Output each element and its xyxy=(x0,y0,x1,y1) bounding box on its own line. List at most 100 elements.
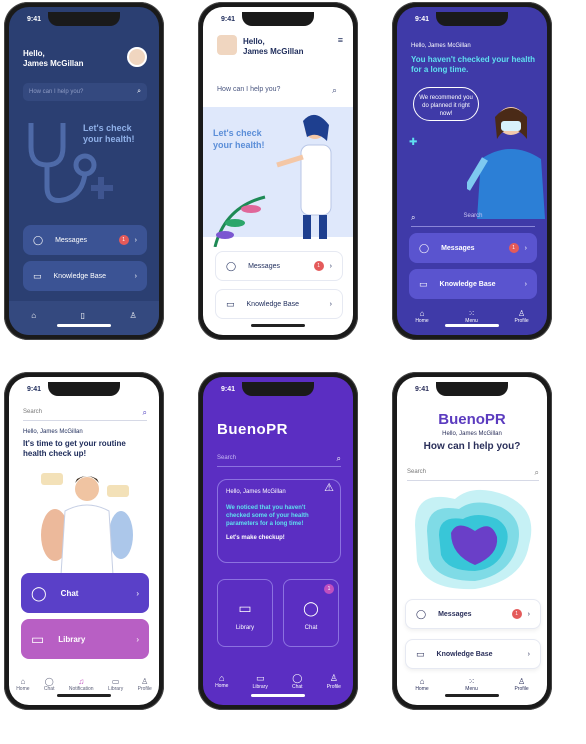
book-icon[interactable]: ▯ xyxy=(81,311,85,320)
nav-home[interactable]: ⌂ Home xyxy=(215,673,228,689)
messages-label: Messages xyxy=(248,262,280,270)
nav-chat[interactable]: ◯ Chat xyxy=(44,677,55,692)
bottom-nav: ⌂ Home ▭ Library ◯ Chat ♙ Profile xyxy=(203,671,353,705)
library-tile[interactable]: ▭ Library xyxy=(217,579,273,647)
nav-profile[interactable]: ♙ Profile xyxy=(138,677,152,692)
heart-illustration xyxy=(415,489,532,590)
nav-home[interactable]: ⌂ Home xyxy=(16,677,29,692)
search-input[interactable]: Search ⌕ xyxy=(407,468,539,481)
knowledge-card[interactable]: ▭ Knowledge Base › xyxy=(215,289,343,319)
nav-menu[interactable]: ⁙ Menu xyxy=(465,309,478,324)
home-indicator xyxy=(445,694,499,697)
home-icon: ⌂ xyxy=(20,677,26,686)
messages-badge: 1 xyxy=(511,609,522,619)
brand-logo: BuenoPR xyxy=(217,421,288,438)
search-input[interactable]: ⌕ Search xyxy=(411,213,535,227)
book-icon: ▭ xyxy=(419,278,428,289)
nav-library[interactable]: ▭ Library xyxy=(253,673,268,690)
avatar[interactable] xyxy=(127,47,147,67)
nav-home-label: Home xyxy=(16,686,30,692)
library-label: Library xyxy=(58,634,86,644)
messages-label: Messages xyxy=(55,236,87,244)
nav-profile-label: Profile xyxy=(137,686,152,692)
headline: You haven't checked your health for a lo… xyxy=(411,55,536,74)
nav-notification[interactable]: ♫ Notification xyxy=(69,677,94,692)
status-time: 9:41 xyxy=(221,386,236,393)
phone-1: 9:41 Hello, James McGillan How can I hel… xyxy=(4,2,164,340)
avatar[interactable] xyxy=(217,35,237,55)
chevron-right-icon: › xyxy=(136,634,139,644)
bottom-nav: ⌂ Home ◯ Chat ♫ Notification ▭ Library ♙ Prof… xyxy=(9,675,159,705)
book-icon: ▭ xyxy=(31,630,45,647)
search-input[interactable]: Search ⌕ xyxy=(217,454,341,467)
messages-card[interactable]: ◯ Messages 1 › xyxy=(409,233,537,263)
knowledge-label: Knowledge Base xyxy=(53,272,107,280)
nav-library[interactable]: ▭ Library xyxy=(108,677,123,692)
greeting-hello: Hello, xyxy=(23,49,45,58)
search-icon[interactable]: ⌕ xyxy=(535,468,539,478)
knowledge-card[interactable]: ▭ Knowledge Base › xyxy=(405,639,541,669)
status-time: 9:41 xyxy=(27,16,42,23)
home-indicator xyxy=(251,324,305,327)
notice-text: We noticed that you haven't checked some… xyxy=(226,505,309,527)
hamburger-menu-icon[interactable]: ≡ xyxy=(338,35,343,45)
messages-card[interactable]: ◯ Messages 1 › xyxy=(23,225,147,255)
chevron-right-icon: › xyxy=(134,236,137,244)
messages-badge: 1 xyxy=(313,261,324,271)
chat-bubble-icon: ◯ xyxy=(31,584,47,601)
search-icon[interactable]: ⌕ xyxy=(411,213,415,223)
search-icon[interactable]: ⌕ xyxy=(337,454,341,464)
screen-6: 9:41 BuenoPR Hello, James McGillan How c… xyxy=(397,377,547,705)
nav-profile[interactable]: ♙ Profile xyxy=(327,673,341,690)
chat-icon: ◯ xyxy=(44,677,54,686)
search-icon[interactable]: ⌕ xyxy=(143,408,147,418)
messages-card[interactable]: ◯ Messages 1 › xyxy=(405,599,541,629)
nav-menu[interactable]: ⁙ Menu xyxy=(465,677,478,692)
notch xyxy=(436,382,508,396)
nav-profile-label: Profile xyxy=(514,686,529,692)
search-placeholder: How can I help you? xyxy=(29,89,84,95)
search-input[interactable]: Search ⌕ xyxy=(23,408,147,421)
chat-card[interactable]: ◯ Chat › xyxy=(21,573,149,613)
leaves-decoration xyxy=(213,195,266,247)
profile-icon: ♙ xyxy=(517,309,526,318)
profile-icon[interactable]: ♙ xyxy=(130,311,137,320)
search-input[interactable]: How can I help you? ⌕ xyxy=(23,83,147,101)
search-input[interactable]: How can I help you? ⌕ xyxy=(217,83,341,99)
chat-bubble-icon: ◯ xyxy=(416,608,427,619)
bottom-nav: ⌂ ▯ ♙ xyxy=(9,301,159,335)
phone-6: 9:41 BuenoPR Hello, James McGillan How c… xyxy=(392,372,552,710)
notice-cta[interactable]: Let's make checkup! xyxy=(226,534,332,542)
status-time: 9:41 xyxy=(27,386,42,393)
bell-icon: ♫ xyxy=(78,677,85,686)
knowledge-card[interactable]: ▭ Knowledge Base › xyxy=(23,261,147,291)
search-placeholder: How can I help you? xyxy=(217,86,281,93)
screen-2: 9:41 Hello, James McGillan ≡ How can I h… xyxy=(203,7,353,335)
chat-icon: ◯ xyxy=(292,673,303,683)
chat-tile[interactable]: 1 ◯ Chat xyxy=(283,579,339,647)
question: How can I help you? xyxy=(423,441,521,452)
messages-card[interactable]: ◯ Messages 1 › xyxy=(215,251,343,281)
greeting-name: James McGillan xyxy=(243,47,304,56)
nav-chat[interactable]: ◯ Chat xyxy=(292,673,303,690)
nav-profile[interactable]: ♙ Profile xyxy=(514,677,528,692)
status-time: 9:41 xyxy=(221,16,236,23)
nav-home[interactable]: ⌂ Home xyxy=(415,309,428,324)
nav-profile-label: Profile xyxy=(326,684,341,690)
chat-label: Chat xyxy=(304,625,318,631)
search-icon[interactable]: ⌕ xyxy=(332,85,337,96)
search-icon[interactable]: ⌕ xyxy=(137,88,141,96)
profile-icon: ♙ xyxy=(517,677,526,686)
chevron-right-icon: › xyxy=(134,272,137,280)
home-indicator xyxy=(251,694,305,697)
knowledge-card[interactable]: ▭ Knowledge Base › xyxy=(409,269,537,299)
screen-3: 9:41 Hello, James McGillan You haven't c… xyxy=(397,7,547,335)
search-placeholder: Search xyxy=(23,409,43,415)
notch xyxy=(436,12,508,26)
greeting-full: Hello, James McGillan xyxy=(411,43,471,49)
doctor-illustration xyxy=(41,473,133,575)
nav-profile[interactable]: ♙ Profile xyxy=(514,309,528,324)
library-card[interactable]: ▭ Library › xyxy=(21,619,149,659)
nav-home[interactable]: ⌂ Home xyxy=(415,677,428,692)
home-icon[interactable]: ⌂ xyxy=(31,311,36,320)
